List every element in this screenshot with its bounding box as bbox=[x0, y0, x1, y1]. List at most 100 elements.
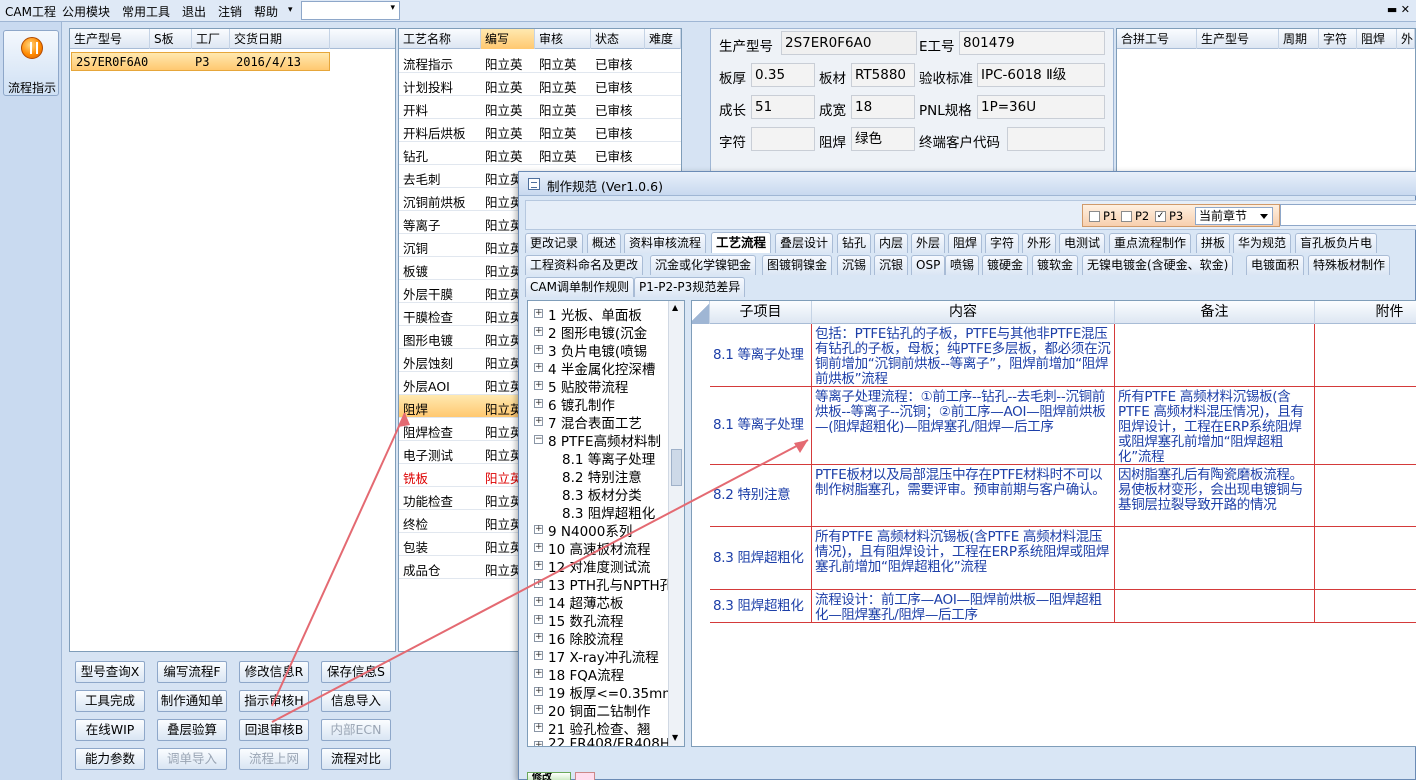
field-length[interactable]: 51 bbox=[751, 95, 815, 119]
tab-item[interactable]: 资料审核流程 bbox=[624, 233, 707, 253]
col-combined-model[interactable]: 生产型号 bbox=[1197, 29, 1279, 49]
action-button[interactable]: 型号查询X bbox=[75, 661, 145, 683]
menu-tools[interactable]: 常用工具 bbox=[122, 3, 170, 20]
col-content[interactable]: 内容 bbox=[812, 301, 1115, 324]
action-button[interactable]: 制作通知单 bbox=[157, 690, 227, 712]
action-button[interactable]: 工具完成 bbox=[75, 690, 145, 712]
tab-item[interactable]: 特殊板材制作 bbox=[1308, 255, 1391, 275]
action-button[interactable]: 流程上网 bbox=[239, 748, 309, 770]
col-outer[interactable]: 外 bbox=[1397, 29, 1415, 49]
spec-attachment[interactable] bbox=[1315, 465, 1416, 526]
col-delivery-date[interactable]: 交货日期 bbox=[230, 29, 330, 49]
order-row[interactable]: 2S7ER0F6A0 P3 2016/4/13 bbox=[71, 52, 330, 71]
expand-icon[interactable]: + bbox=[534, 345, 543, 354]
tab-item[interactable]: 无镍电镀金(含硬金、软金) bbox=[1082, 255, 1234, 275]
col-author[interactable]: 编写 bbox=[481, 29, 535, 49]
tab-item[interactable]: 喷锡 bbox=[945, 255, 980, 275]
tab-item[interactable]: P1-P2-P3规范差异 bbox=[634, 277, 746, 297]
tab-item[interactable]: 电测试 bbox=[1059, 233, 1106, 253]
col-factory[interactable]: 工厂 bbox=[192, 29, 230, 49]
col-s-board[interactable]: S板 bbox=[150, 29, 192, 49]
tab-item[interactable]: 镀硬金 bbox=[982, 255, 1029, 275]
tab-item[interactable]: 拼板 bbox=[1196, 233, 1231, 253]
tab-item[interactable]: OSP bbox=[911, 255, 946, 275]
bottom-tab-2[interactable] bbox=[575, 772, 595, 780]
scroll-thumb[interactable] bbox=[671, 449, 682, 486]
expand-icon[interactable]: + bbox=[534, 525, 543, 534]
spec-row[interactable]: 8.3 阻焊超粗化 流程设计：前工序—AOI—阻焊前烘板—阻焊超粗化—阻焊塞孔/阻… bbox=[710, 590, 1416, 623]
expand-icon[interactable]: + bbox=[534, 741, 543, 746]
tree-scrollbar[interactable]: ▲ ▼ bbox=[668, 301, 684, 746]
spec-row[interactable]: 8.3 阻焊超粗化 所有PTFE 高频材料沉锡板(含PTFE 高频材料混压情况)，… bbox=[710, 527, 1416, 590]
field-char[interactable] bbox=[751, 127, 815, 151]
field-standard[interactable]: IPC-6018 Ⅱ级 bbox=[977, 63, 1105, 87]
tab-item[interactable]: 概述 bbox=[587, 233, 622, 253]
checkbox-p2[interactable] bbox=[1121, 211, 1132, 222]
tab-item[interactable]: CAM调单制作规则 bbox=[525, 277, 634, 297]
menu-exit[interactable]: 退出 bbox=[182, 3, 206, 20]
col-difficulty[interactable]: 难度 bbox=[645, 29, 681, 49]
menu-dropdown-icon[interactable]: ▾ bbox=[288, 5, 293, 15]
expand-icon[interactable]: + bbox=[534, 651, 543, 660]
expand-icon[interactable]: + bbox=[534, 399, 543, 408]
process-row[interactable]: 计划投料 阳立英 阳立英 已审核 bbox=[399, 73, 681, 96]
expand-icon[interactable]: + bbox=[534, 597, 543, 606]
scroll-down-icon[interactable]: ▼ bbox=[672, 733, 678, 742]
spec-attachment[interactable] bbox=[1315, 527, 1416, 589]
col-char[interactable]: 字符 bbox=[1319, 29, 1357, 49]
action-button[interactable]: 信息导入 bbox=[321, 690, 391, 712]
col-mask[interactable]: 阻焊 bbox=[1357, 29, 1397, 49]
expand-icon[interactable]: + bbox=[534, 723, 543, 732]
action-button[interactable]: 调单导入 bbox=[157, 748, 227, 770]
field-mask[interactable]: 绿色 bbox=[851, 127, 915, 151]
chapter-select[interactable]: 当前章节 bbox=[1195, 207, 1273, 225]
col-remark[interactable]: 备注 bbox=[1115, 301, 1315, 324]
action-button[interactable]: 编写流程F bbox=[157, 661, 227, 683]
field-eno[interactable]: 801479 bbox=[959, 31, 1105, 55]
tab-item[interactable]: 沉银 bbox=[874, 255, 909, 275]
col-reviewer[interactable]: 审核 bbox=[535, 29, 591, 49]
search-input[interactable] bbox=[1280, 204, 1416, 226]
menu-help[interactable]: 帮助 bbox=[254, 3, 278, 20]
collapse-icon[interactable]: − bbox=[534, 435, 543, 444]
tab-item[interactable]: 更改记录 bbox=[525, 233, 584, 253]
action-button[interactable]: 保存信息S bbox=[321, 661, 391, 683]
action-button[interactable]: 修改信息R bbox=[239, 661, 309, 683]
spec-attachment[interactable] bbox=[1315, 324, 1416, 386]
tab-item[interactable]: 工艺流程 bbox=[711, 232, 772, 253]
action-button[interactable]: 内部ECN bbox=[321, 719, 391, 741]
dialog-titlebar[interactable]: 制作规范 (Ver1.0.6) bbox=[519, 172, 1416, 196]
expand-icon[interactable]: + bbox=[534, 615, 543, 624]
spec-row[interactable]: 8.2 特别注意 PTFE板材以及局部混压中存在PTFE材料时不可以制作树脂塞孔，… bbox=[710, 465, 1416, 527]
tab-item[interactable]: 图镀铜镍金 bbox=[762, 255, 833, 275]
process-row[interactable]: 钻孔 阳立英 阳立英 已审核 bbox=[399, 142, 681, 165]
spec-row[interactable]: 8.1 等离子处理 包括：PTFE钻孔的子板，PTFE与其他非PTFE混压有钻孔的… bbox=[710, 324, 1416, 387]
tab-item[interactable]: 沉金或化学镍钯金 bbox=[650, 255, 757, 275]
window-buttons[interactable]: ▬ ✕ bbox=[1387, 3, 1410, 16]
tab-item[interactable]: 华为规范 bbox=[1233, 233, 1292, 253]
tab-item[interactable]: 内层 bbox=[874, 233, 909, 253]
expand-icon[interactable]: + bbox=[534, 363, 543, 372]
tab-item[interactable]: 阻焊 bbox=[948, 233, 983, 253]
spec-row[interactable]: 8.1 等离子处理 等离子处理流程：①前工序--钻孔--去毛刺--沉铜前烘板--等… bbox=[710, 387, 1416, 465]
tab-item[interactable]: 电镀面积 bbox=[1246, 255, 1305, 275]
field-material[interactable]: RT5880 bbox=[851, 63, 915, 87]
spec-attachment[interactable] bbox=[1315, 590, 1416, 622]
col-process-name[interactable]: 工艺名称 bbox=[399, 29, 481, 49]
tab-item[interactable]: 钻孔 bbox=[837, 233, 872, 253]
tab-item[interactable]: 字符 bbox=[985, 233, 1020, 253]
field-thickness[interactable]: 0.35 bbox=[751, 63, 815, 87]
expand-icon[interactable]: + bbox=[534, 381, 543, 390]
col-subitem[interactable]: 子项目 bbox=[710, 301, 812, 324]
flow-indicator-button[interactable]: 流程指示 bbox=[3, 30, 59, 96]
expand-icon[interactable]: + bbox=[534, 543, 543, 552]
field-model[interactable]: 2S7ER0F6A0 bbox=[781, 31, 917, 55]
menu-common-module[interactable]: 公用模块 bbox=[62, 3, 110, 20]
field-width[interactable]: 18 bbox=[851, 95, 915, 119]
checkbox-p1[interactable] bbox=[1089, 211, 1100, 222]
action-button[interactable]: 流程对比 bbox=[321, 748, 391, 770]
col-status[interactable]: 状态 bbox=[591, 29, 645, 49]
expand-icon[interactable]: + bbox=[534, 561, 543, 570]
col-attachment[interactable]: 附件 bbox=[1315, 301, 1416, 324]
tab-item[interactable]: 外层 bbox=[911, 233, 946, 253]
